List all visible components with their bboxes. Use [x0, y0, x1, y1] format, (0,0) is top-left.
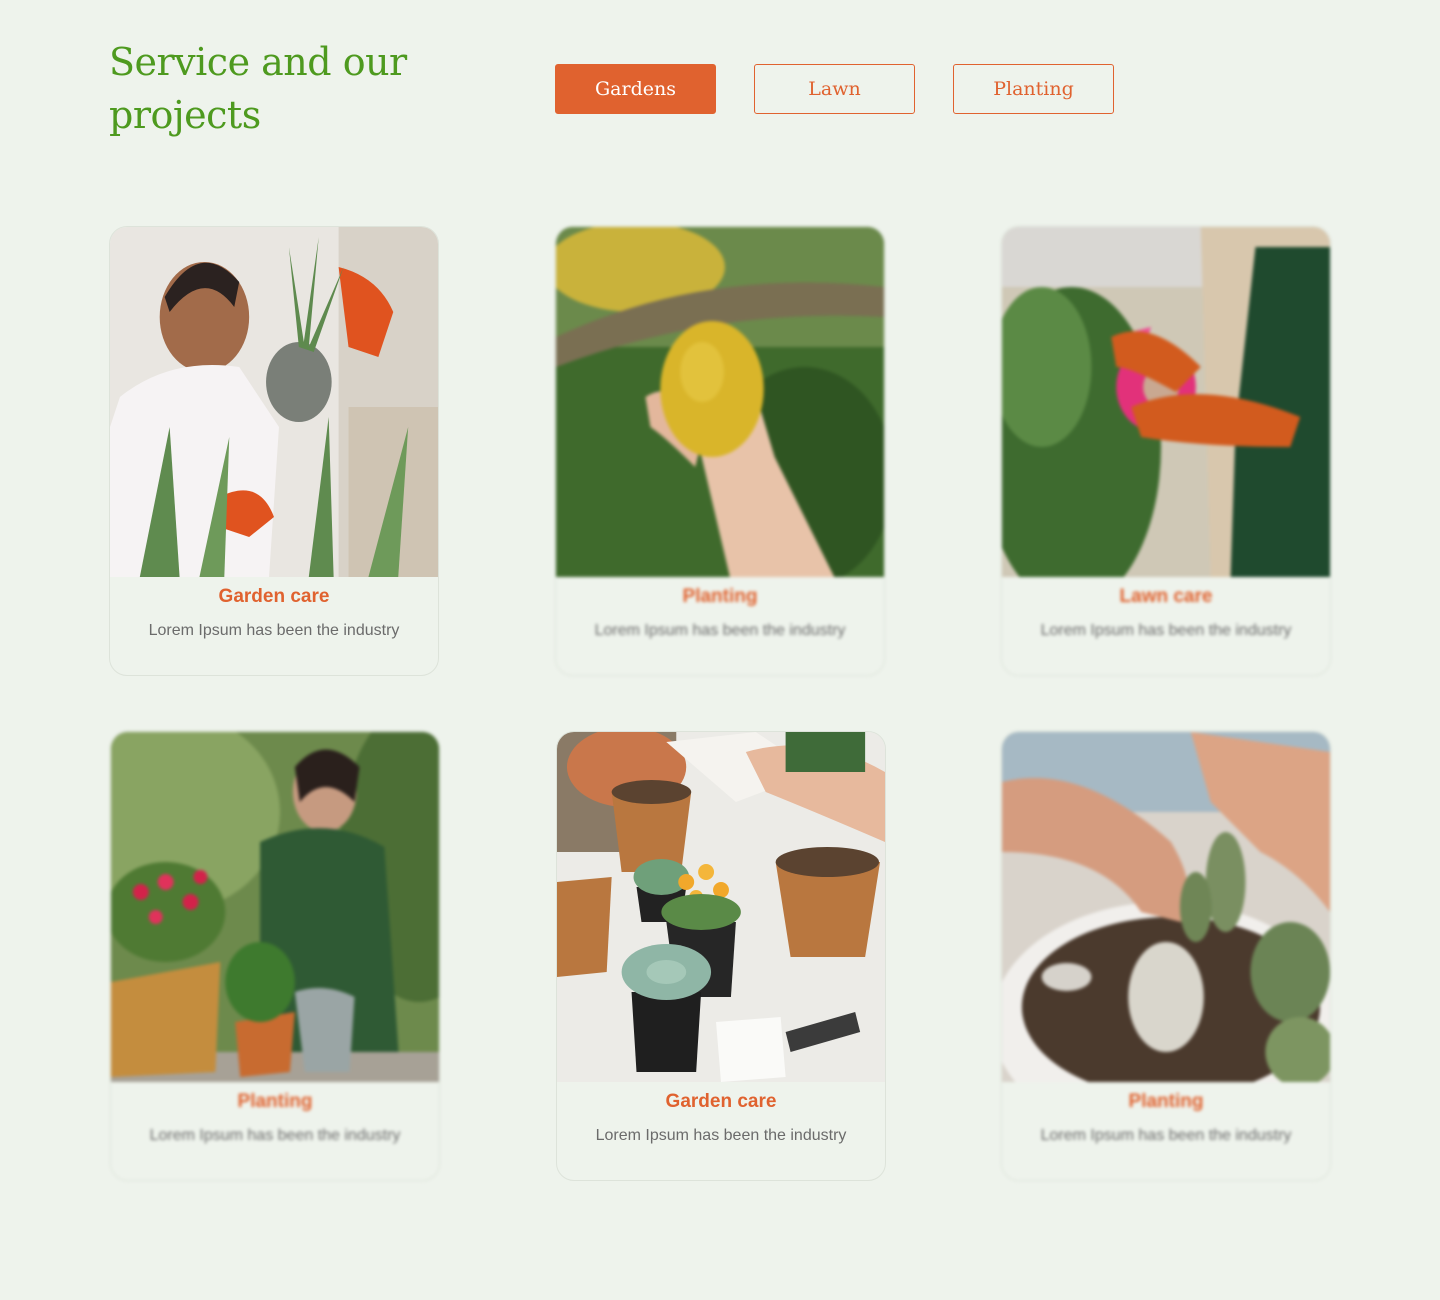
project-card-garden-care[interactable]: Garden care Lorem Ipsum has been the ind… [556, 731, 886, 1181]
project-card-planting[interactable]: Planting Lorem Ipsum has been the indust… [110, 731, 440, 1181]
hands-planting-cactus-photo [1002, 732, 1330, 1082]
woman-potting-roses-photo [111, 732, 439, 1082]
project-card-planting[interactable]: Planting Lorem Ipsum has been the indust… [1001, 731, 1331, 1181]
card-title: Garden care [665, 1091, 777, 1112]
card-description: Lorem Ipsum has been the industry [148, 622, 400, 639]
project-card-planting[interactable]: Planting Lorem Ipsum has been the indust… [555, 226, 885, 676]
card-title: Planting [237, 1091, 313, 1112]
card-description: Lorem Ipsum has been the industry [1040, 1127, 1292, 1144]
card-title: Lawn care [1119, 586, 1213, 607]
hand-holding-lemon-photo [556, 227, 884, 577]
succulent-pots-table-photo [557, 732, 885, 1082]
filter-gardens-button[interactable]: Gardens [555, 64, 716, 114]
filter-lawn-button[interactable]: Lawn [754, 64, 915, 114]
card-description: Lorem Ipsum has been the industry [1040, 622, 1292, 639]
filter-planting-button[interactable]: Planting [953, 64, 1114, 114]
card-title: Garden care [218, 586, 330, 607]
project-card-lawn-care[interactable]: Lawn care Lorem Ipsum has been the indus… [1001, 226, 1331, 676]
card-description: Lorem Ipsum has been the industry [595, 1127, 847, 1144]
card-title: Planting [682, 586, 758, 607]
project-card-garden-care[interactable]: Garden care Lorem Ipsum has been the ind… [109, 226, 439, 676]
woman-with-aloe-plant-photo [110, 227, 438, 577]
gloved-hands-spraying-plant-photo [1002, 227, 1330, 577]
section-title: Service and our projects [109, 40, 407, 137]
card-description: Lorem Ipsum has been the industry [149, 1127, 401, 1144]
filter-tabs: Gardens Lawn Planting [555, 64, 1114, 114]
card-description: Lorem Ipsum has been the industry [594, 622, 846, 639]
card-title: Planting [1128, 1091, 1204, 1112]
